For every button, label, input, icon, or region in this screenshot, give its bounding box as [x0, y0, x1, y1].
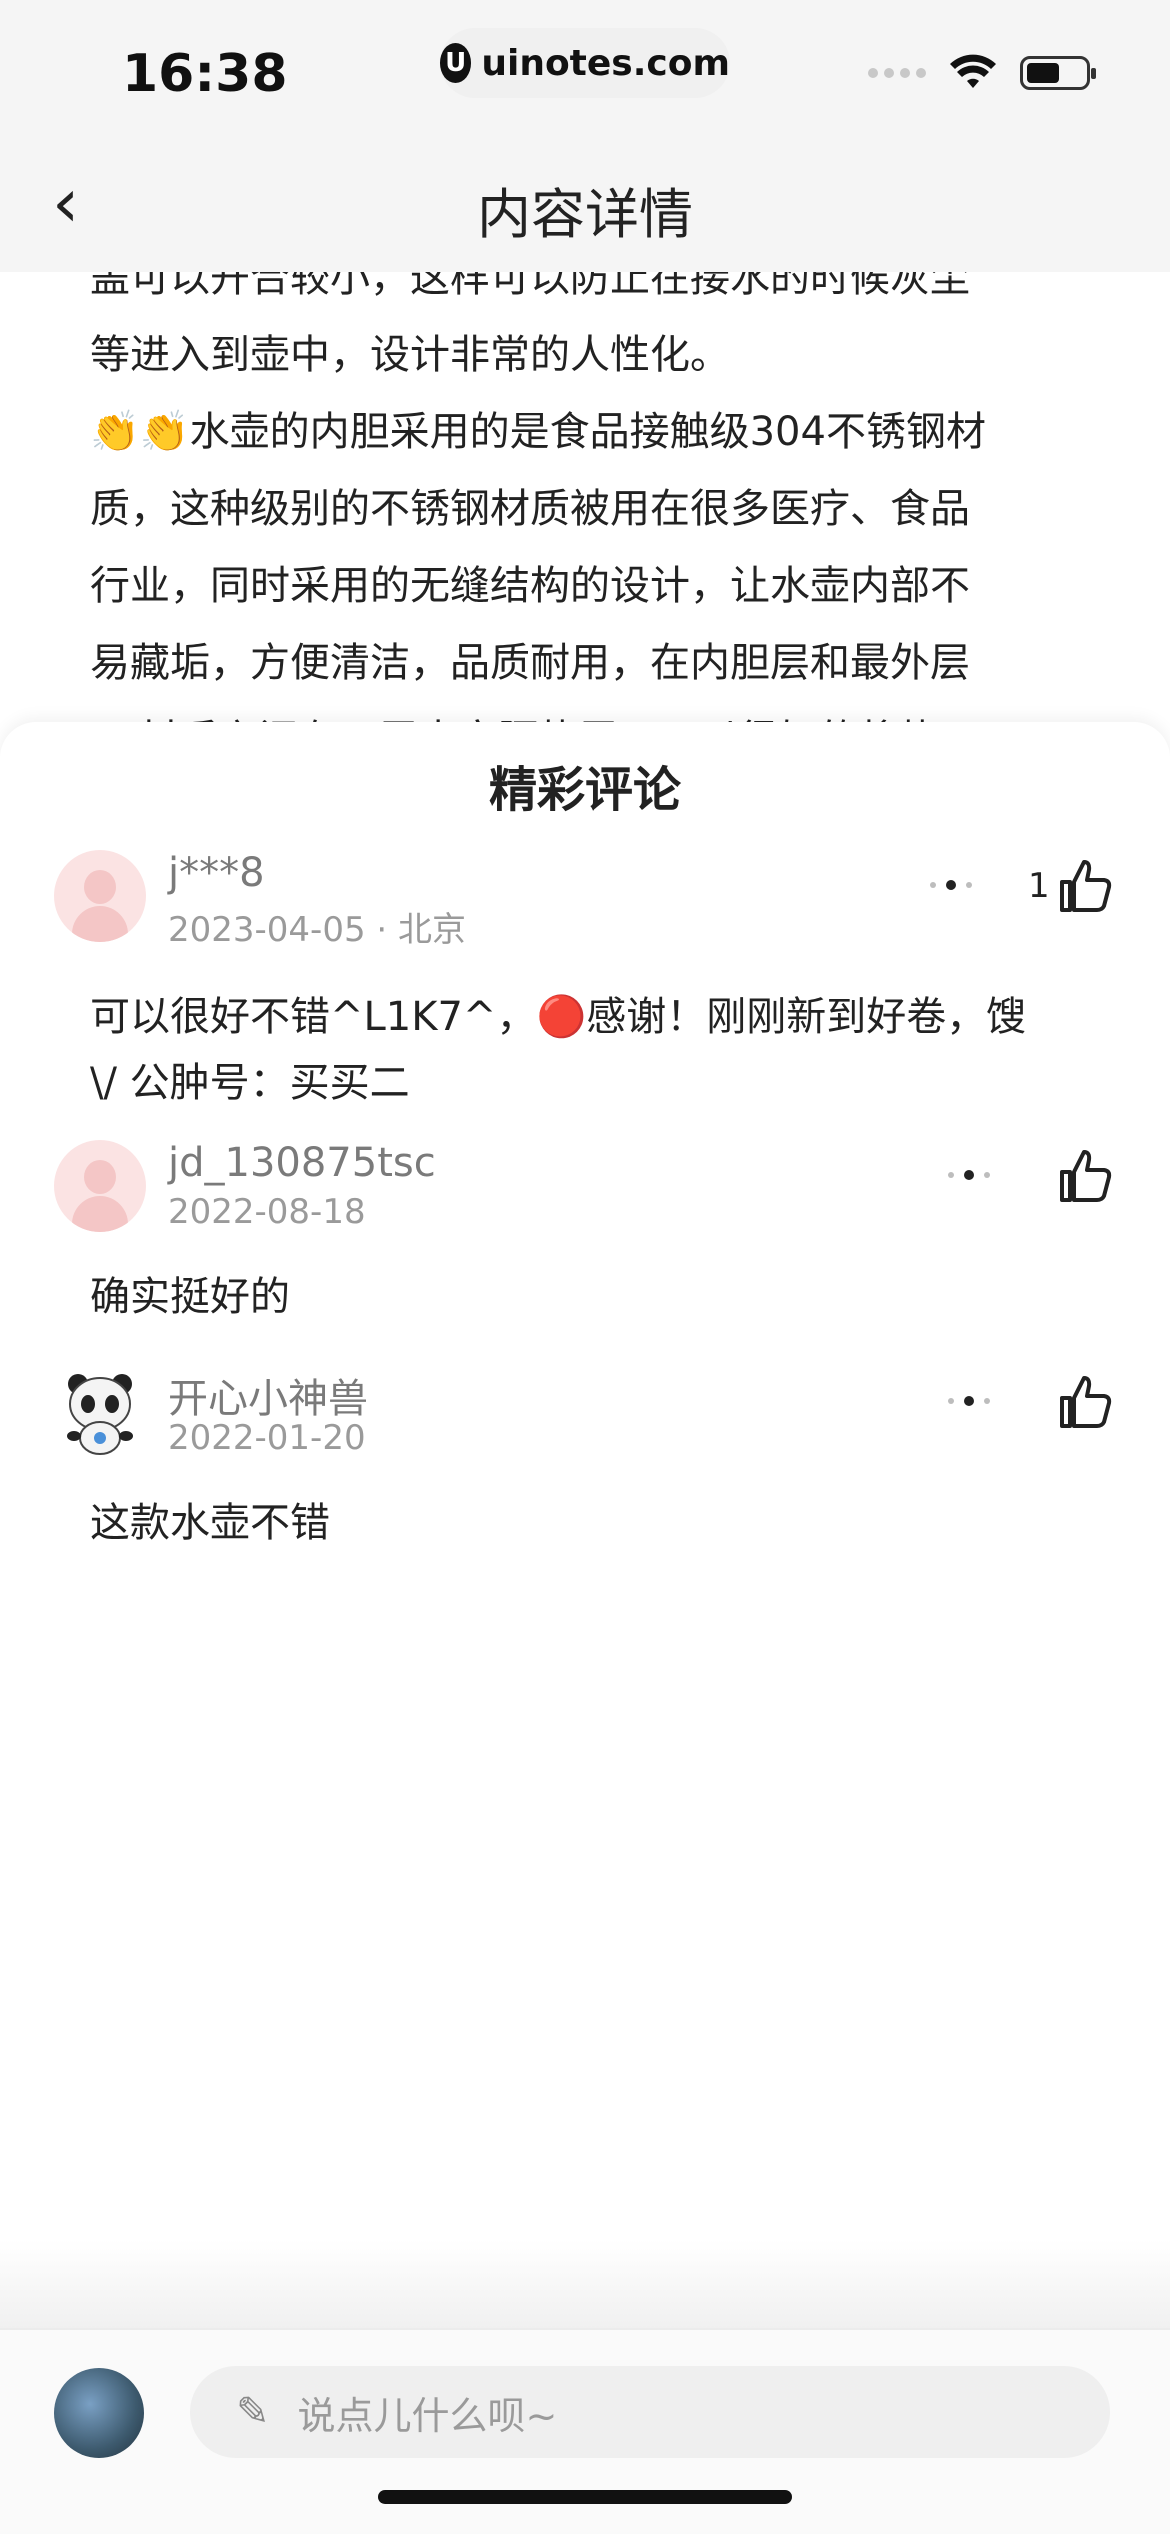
comment-text: 确实挺好的	[90, 1274, 290, 1320]
sheet-title: 精彩评论	[488, 762, 681, 818]
more-dots-icon[interactable]	[948, 1396, 990, 1406]
article-line: 质，这种级别的不锈钢材质被用在很多医疗、食品	[90, 486, 970, 532]
comment-meta: 2023-04-05 · 北京	[168, 902, 466, 951]
wifi-icon	[950, 54, 996, 88]
pencil-icon: ✎	[236, 2389, 270, 2435]
comment-username[interactable]: 开心小神兽	[168, 1366, 368, 1424]
comment-meta: 2022-08-18	[168, 1192, 366, 1232]
comment-date: 2023-04-05	[168, 910, 366, 950]
article-line: 等进入到壶中，设计非常的人性化。	[90, 332, 730, 378]
avatar[interactable]	[54, 850, 146, 942]
more-dots-icon[interactable]	[930, 880, 972, 890]
thumbs-up-icon[interactable]	[1056, 1372, 1116, 1432]
comment-line: 可以很好不错^L1K7^，🔴感谢！刚刚新到好卷，馊	[90, 994, 1027, 1040]
comment-meta: 2022-01-20	[168, 1418, 366, 1458]
bottom-fade	[0, 2240, 1170, 2330]
thumbs-up-icon[interactable]	[1056, 1146, 1116, 1206]
my-avatar[interactable]	[54, 2368, 144, 2458]
status-icons	[868, 54, 1096, 92]
url-pill[interactable]: U uinotes.com	[440, 28, 730, 98]
panda-avatar[interactable]	[54, 1366, 146, 1458]
comment-line: \/ 公肿号：买买二	[90, 1060, 410, 1106]
url-text: uinotes.com	[481, 42, 730, 84]
comment-location: · 北京	[365, 910, 467, 950]
more-dots-icon[interactable]	[948, 1170, 990, 1180]
comment-text: 可以很好不错^L1K7^，🔴感谢！刚刚新到好卷，馊 \/ 公肿号：买买二	[90, 984, 1090, 1116]
article-text: 盖可以开合较小，这样可以防止在接水的时候灰尘 等进入到壶中，设计非常的人性化。 …	[90, 240, 1080, 779]
comment-date: 2022-01-20	[168, 1418, 366, 1458]
like-count: 1	[1028, 866, 1050, 906]
cellular-signal-icon	[868, 68, 926, 78]
comment-username[interactable]: jd_130875tsc	[168, 1140, 436, 1186]
comment-text: 这款水壶不错	[90, 1500, 330, 1546]
article-line: 易藏垢，方便清洁，品质耐用，在内胆层和最外层	[90, 640, 970, 686]
article-line: 行业，同时采用的无缝结构的设计，让水壶内部不	[90, 563, 970, 609]
page-title: 内容详情	[477, 183, 693, 246]
thumbs-up-icon[interactable]	[1056, 856, 1116, 916]
comment-username[interactable]: j***8	[168, 850, 265, 896]
top-bar: 16:38 U uinotes.com ‹ 内容详情	[0, 0, 1170, 272]
comment-date: 2022-08-18	[168, 1192, 366, 1232]
battery-icon	[1020, 56, 1096, 90]
home-indicator	[378, 2490, 792, 2504]
panda-icon	[67, 1374, 133, 1455]
comment-input-placeholder: 说点儿什么呗~	[297, 2393, 558, 2438]
avatar[interactable]	[54, 1140, 146, 1232]
status-time: 16:38	[122, 44, 288, 104]
article-line: 👏👏水壶的内胆采用的是食品接触级304不锈钢材	[90, 409, 986, 455]
comment-input[interactable]: ✎ 说点儿什么呗~	[190, 2366, 1110, 2458]
site-logo-icon: U	[440, 43, 472, 83]
